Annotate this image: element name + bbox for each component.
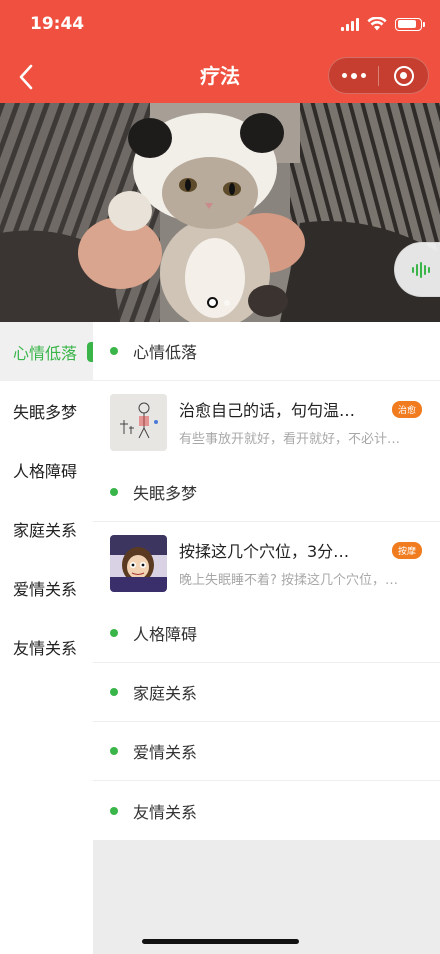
bullet-dot [110, 747, 118, 755]
section-header[interactable]: 爱情关系 [93, 722, 440, 781]
article-tag: 治愈 [391, 400, 422, 418]
article-item[interactable]: 治愈自己的话，句句温… 治愈 有些事放开就好，看开就好，不必计… [93, 381, 440, 463]
section-label: 心情低落 [133, 343, 198, 362]
sidebar-item-label: 人格障碍 [13, 461, 78, 481]
sidebar-item-love[interactable]: 爱情关系 [0, 558, 93, 617]
mini-program-capsule [328, 57, 429, 94]
category-sidebar: 心情低落 失眠多梦 人格障碍 家庭关系 爱情关系 友情关系 [0, 322, 93, 954]
carousel-dot [224, 299, 230, 306]
sidebar-item-label: 爱情关系 [13, 579, 78, 599]
carousel-dot-active [207, 297, 218, 308]
article-desc: 有些事放开就好，看开就好，不必计… [179, 432, 401, 447]
section-label: 爱情关系 [133, 743, 198, 762]
article-desc: 晚上失眠睡不着? 按揉这几个穴位，… [179, 573, 399, 588]
sidebar-item-insomnia[interactable]: 失眠多梦 [0, 381, 93, 440]
wifi-icon [367, 17, 387, 31]
voice-wave-icon[interactable] [394, 242, 440, 297]
article-item[interactable]: 按揉这几个穴位，3分… 按摩 晚上失眠睡不着? 按揉这几个穴位，… [93, 522, 440, 604]
article-thumbnail [110, 534, 167, 592]
sidebar-item-personality[interactable]: 人格障碍 [0, 440, 93, 499]
article-tag: 按摩 [391, 541, 422, 559]
signal-icon [341, 17, 359, 31]
section-label: 人格障碍 [133, 625, 198, 644]
sidebar-item-label: 心情低落 [13, 343, 78, 363]
bullet-dot [110, 629, 118, 637]
section-header[interactable]: 人格障碍 [93, 604, 440, 663]
battery-icon [395, 17, 425, 31]
bullet-dot [110, 347, 118, 355]
article-title: 按揉这几个穴位，3分… [179, 542, 350, 561]
section-header[interactable]: 心情低落 [93, 322, 440, 381]
section-label: 家庭关系 [133, 684, 198, 703]
article-thumbnail [110, 393, 167, 451]
banner-image [0, 103, 440, 322]
sidebar-item-family[interactable]: 家庭关系 [0, 499, 93, 558]
section-label: 友情关系 [133, 802, 198, 822]
article-title: 治愈自己的话，句句温… [179, 401, 356, 420]
bullet-dot [110, 488, 118, 496]
content-list: 心情低落 治愈自己的话，句句温… 治愈 有些事放开就好，看开就好，不必计… 失眠… [93, 322, 440, 840]
section-label: 失眠多梦 [133, 484, 198, 503]
section-header[interactable]: 失眠多梦 [93, 463, 440, 522]
sidebar-item-friendship[interactable]: 友情关系 [0, 617, 93, 676]
status-icons [341, 16, 425, 32]
banner-carousel[interactable] [0, 103, 440, 322]
target-circle-icon[interactable] [379, 58, 428, 93]
top-bar: 19:44 疗法 [0, 0, 440, 103]
section-header[interactable]: 家庭关系 [93, 663, 440, 722]
sidebar-item-mood[interactable]: 心情低落 [0, 322, 93, 381]
bullet-dot [110, 688, 118, 696]
sidebar-item-label: 家庭关系 [13, 520, 78, 540]
sidebar-item-label: 友情关系 [13, 638, 78, 658]
more-dots-icon[interactable] [329, 58, 378, 93]
home-indicator [142, 939, 299, 944]
bullet-dot [110, 806, 118, 815]
carousel-dots [207, 297, 230, 308]
section-header[interactable]: 友情关系 [93, 781, 440, 840]
status-time: 19:44 [30, 14, 85, 34]
sidebar-item-label: 失眠多梦 [13, 402, 78, 422]
